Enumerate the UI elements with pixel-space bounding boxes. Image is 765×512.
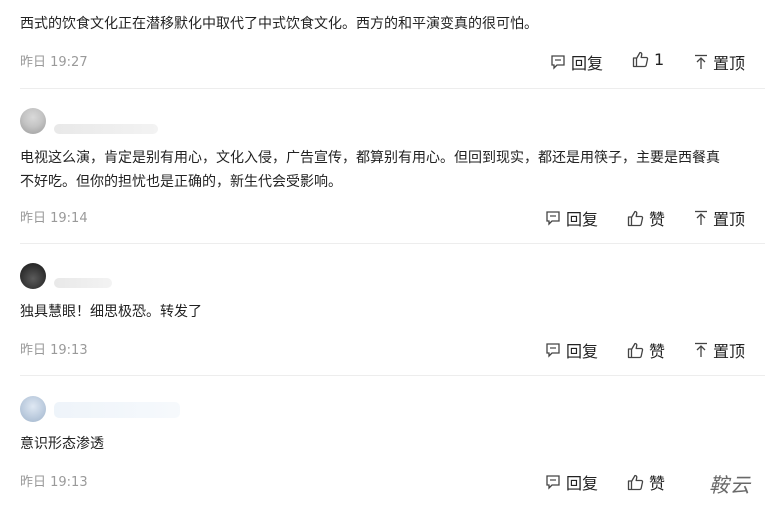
reply-button[interactable]: 回复	[545, 338, 598, 362]
comment-icon	[545, 474, 561, 490]
like-button[interactable]: 1	[632, 50, 664, 69]
comment-icon	[550, 54, 566, 70]
pin-top-label: 置顶	[713, 210, 746, 229]
reply-label: 回复	[566, 474, 599, 493]
watermark: 鞍云	[709, 473, 751, 497]
avatar[interactable]	[20, 396, 46, 422]
username-blurred	[54, 278, 112, 288]
pin-top-button[interactable]: 置顶	[694, 50, 745, 74]
like-label: 赞	[649, 474, 666, 493]
like-label: 1	[654, 50, 665, 69]
comment-time: 昨日 19:13	[20, 343, 88, 358]
reply-label: 回复	[571, 54, 604, 73]
avatar[interactable]	[20, 108, 46, 134]
pin-top-label: 置顶	[713, 342, 746, 361]
like-button[interactable]: 赞	[627, 206, 665, 230]
pin-top-label: 置顶	[713, 54, 746, 73]
reply-button[interactable]: 回复	[545, 470, 598, 494]
comment-text: 西式的饮食文化正在潜移默化中取代了中式饮食文化。西方的和平演变真的很可怕。	[20, 12, 765, 36]
reply-label: 回复	[566, 210, 599, 229]
reply-label: 回复	[566, 342, 599, 361]
pin-top-button[interactable]: 置顶	[694, 338, 745, 362]
like-label: 赞	[649, 210, 666, 229]
pin-top-icon	[694, 342, 708, 358]
username-blurred	[54, 402, 180, 418]
divider	[20, 375, 765, 376]
like-label: 赞	[649, 342, 666, 361]
reply-button[interactable]: 回复	[550, 50, 603, 74]
divider	[20, 88, 765, 89]
comment-icon	[545, 210, 561, 226]
divider	[20, 243, 765, 244]
comment-text: 电视这么演，肯定是别有用心，文化入侵，广告宣传，都算别有用心。但回到现实，都还是…	[20, 146, 765, 194]
thumbs-up-icon	[627, 210, 644, 227]
pin-top-button[interactable]: 置顶	[694, 206, 745, 230]
thumbs-up-icon	[627, 342, 644, 359]
thumbs-up-icon	[632, 51, 649, 68]
comment-text-line: 不好吃。但你的担忧也是正确的，新生代会受影响。	[20, 174, 342, 190]
like-button[interactable]: 赞	[627, 470, 665, 494]
comment-text-line: 独具慧眼！细思极恐。转发了	[20, 304, 202, 320]
comment-text: 独具慧眼！细思极恐。转发了	[20, 300, 765, 324]
comment-time: 昨日 19:14	[20, 211, 88, 226]
avatar[interactable]	[20, 263, 46, 289]
comment-text-line: 意识形态渗透	[20, 436, 104, 452]
comment-time: 昨日 19:27	[20, 55, 88, 70]
comment-text-line: 西式的饮食文化正在潜移默化中取代了中式饮食文化。西方的和平演变真的很可怕。	[20, 16, 538, 32]
like-button[interactable]: 赞	[627, 338, 665, 362]
pin-top-icon	[694, 210, 708, 226]
comment-text: 意识形态渗透	[20, 432, 765, 456]
comment-text-line: 电视这么演，肯定是别有用心，文化入侵，广告宣传，都算别有用心。但回到现实，都还是…	[20, 150, 720, 166]
thumbs-up-icon	[627, 474, 644, 491]
username-blurred	[54, 124, 158, 134]
reply-button[interactable]: 回复	[545, 206, 598, 230]
comment-time: 昨日 19:13	[20, 475, 88, 490]
pin-top-icon	[694, 54, 708, 70]
comment-icon	[545, 342, 561, 358]
